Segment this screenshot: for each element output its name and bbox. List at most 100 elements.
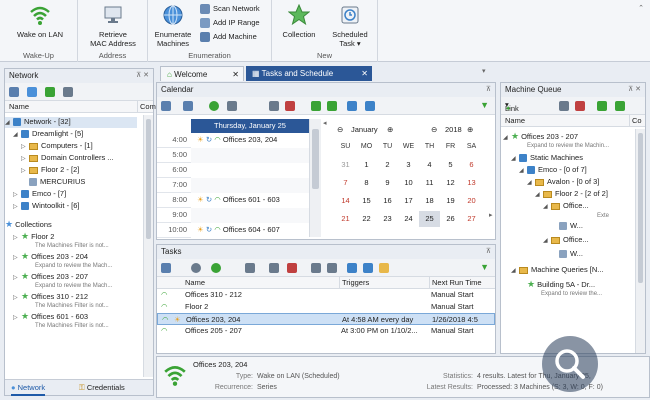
next-run-column[interactable]: Next Run Time (429, 277, 482, 289)
day-cell[interactable]: 26 (440, 211, 461, 227)
collapse-right-icon[interactable]: ▸ (489, 211, 493, 219)
calendar-event[interactable]: ☀ ↻ ◠ Offices 604 - 607 (197, 225, 280, 234)
day-cell[interactable]: 5 (440, 157, 461, 173)
day-cell[interactable]: 13 (461, 175, 482, 191)
next-year-icon[interactable]: ⊕ (467, 123, 473, 137)
day-cell[interactable]: 15 (356, 193, 377, 209)
edit-icon[interactable] (269, 101, 279, 111)
day-cell[interactable]: 16 (377, 193, 398, 209)
refresh-icon[interactable] (191, 263, 201, 273)
queue-node[interactable]: ◢ Avalon - [0 of 3] (527, 177, 599, 188)
slot-cell[interactable]: ☀ ↻ ◠ Offices 601 - 603 (191, 193, 309, 208)
slot-cell[interactable]: ☀ ↻ ◠ Offices 604 - 607 (191, 223, 309, 238)
tree-node-domain-controllers[interactable]: ▷ Domain Controllers ... (21, 153, 114, 164)
time-slot[interactable]: 4:00 ☀ ↻ ◠ Offices 203, 204 (157, 133, 309, 148)
day-cell[interactable]: 22 (356, 211, 377, 227)
day-cell[interactable]: 2 (377, 157, 398, 173)
close-icon[interactable]: ✕ (361, 66, 368, 81)
next-month-icon[interactable]: ⊕ (387, 123, 393, 137)
network-view-icon[interactable] (9, 87, 19, 97)
delete-icon[interactable] (285, 101, 295, 111)
day-cell[interactable]: 14 (335, 193, 356, 209)
run-icon[interactable] (211, 263, 221, 273)
slot-cell[interactable] (191, 148, 309, 163)
table-row[interactable]: ◠ Offices 205 - 207 At 3:00 PM on 1/10/2..… (157, 325, 495, 337)
filter-dropdown-icon[interactable]: ▼ (480, 262, 489, 272)
wifi-filter-icon[interactable] (45, 87, 55, 97)
time-slot[interactable]: 9:00 (157, 208, 309, 223)
day-cell[interactable]: 18 (419, 193, 440, 209)
slot-cell[interactable]: ☀ ↻ ◠ Offices 203, 204 (191, 133, 309, 148)
tree-node-floor2[interactable]: ▷ Floor 2 - [2] (21, 165, 79, 176)
queue-node[interactable]: ◢ Floor 2 - [2 of 2] (535, 189, 608, 200)
scrollbar-thumb[interactable] (638, 133, 643, 283)
collection-button[interactable]: Collection (276, 3, 322, 39)
properties-icon[interactable] (227, 101, 237, 111)
back-icon[interactable] (311, 101, 321, 111)
calendar-event[interactable]: ☀ ↻ ◠ Offices 203, 204 (197, 135, 277, 144)
day-header[interactable]: Thursday, January 25 (191, 119, 309, 133)
day-cell[interactable]: 27 (461, 211, 482, 227)
collections-header[interactable]: ★ Collections (5, 219, 52, 230)
day-scrollbar[interactable] (309, 119, 321, 237)
day-cell[interactable]: 19 (440, 193, 461, 209)
export-icon[interactable] (347, 263, 357, 273)
day-cell[interactable]: 23 (377, 211, 398, 227)
scheduled-task-button[interactable]: Scheduled Task ▾ (326, 4, 374, 48)
day-cell[interactable]: 31 (335, 157, 356, 173)
add-machine-button[interactable]: Add Machine (200, 30, 257, 44)
tab-network[interactable]: ● Network (11, 382, 46, 396)
tab-welcome[interactable]: ⌂ Welcome ✕ (160, 66, 244, 81)
run-icon[interactable] (209, 101, 219, 111)
day-cell[interactable]: 7 (335, 175, 356, 191)
pin-icon[interactable]: ⊼ ✕ (136, 69, 149, 83)
tree-node-mercurius[interactable]: MERCURIUS (29, 177, 85, 187)
name-column[interactable]: Name (9, 101, 29, 113)
slot-cell[interactable] (191, 208, 309, 223)
day-cell[interactable]: 4 (419, 157, 440, 173)
scan-network-button[interactable]: Scan Network (200, 2, 260, 16)
retrieve-mac-button[interactable]: Retrieve MAC Address (82, 4, 144, 48)
enumerate-machines-button[interactable]: Enumerate Machines (150, 4, 196, 48)
calendar-settings-icon[interactable] (183, 101, 193, 111)
month-view-icon[interactable] (365, 101, 375, 111)
calendar-view-icon[interactable] (161, 101, 171, 111)
close-icon[interactable]: ✕ (232, 67, 239, 82)
grid-icon[interactable] (597, 101, 607, 111)
time-slot[interactable]: 10:00 ☀ ↻ ◠ Offices 604 - 607 (157, 223, 309, 238)
day-cell[interactable]: 8 (356, 175, 377, 191)
tab-tasks-and-schedule[interactable]: ▦ Tasks and Schedule ✕ (246, 66, 372, 81)
tree-node-network[interactable]: ◢ Network - [32] (5, 117, 137, 128)
co-column[interactable]: Co (629, 115, 642, 127)
tree-node-emco[interactable]: ▷ Emco - [7] (13, 189, 66, 200)
triggers-column[interactable]: Triggers (339, 277, 369, 289)
day-cell[interactable]: 9 (377, 175, 398, 191)
delete-icon[interactable] (287, 263, 297, 273)
table-row[interactable]: ◠ Offices 310 - 212 Manual Start (157, 289, 495, 301)
year-label[interactable]: 2018 (445, 123, 462, 137)
queue-node[interactable]: ◢ Emco - [0 of 7] (519, 165, 587, 176)
table-row[interactable]: ◠ ☀ Offices 203, 204 At 4:58 AM every day 1/… (157, 313, 495, 325)
name-column[interactable]: Name (505, 115, 525, 127)
queue-node[interactable]: ◢ Office... (543, 235, 589, 246)
today-icon[interactable] (347, 101, 357, 111)
time-slot[interactable]: 6:00 (157, 163, 309, 178)
tree-node-wintoolkit[interactable]: ▷ Wintoolkit - [6] (13, 201, 80, 212)
calendar-event[interactable]: ☀ ↻ ◠ Offices 601 - 603 (197, 195, 280, 204)
tab-credentials[interactable]: ⚿ Credentials (79, 382, 125, 394)
time-slot[interactable]: 8:00 ☀ ↻ ◠ Offices 601 - 603 (157, 193, 309, 208)
scrollbar-thumb[interactable] (146, 119, 151, 239)
properties-icon[interactable] (245, 263, 255, 273)
columns-icon[interactable] (311, 263, 321, 273)
add-ip-range-button[interactable]: Add IP Range (200, 16, 260, 30)
slot-cell[interactable] (191, 178, 309, 193)
forward-icon[interactable] (327, 101, 337, 111)
day-cell[interactable]: 21 (335, 211, 356, 227)
day-cell[interactable]: 20 (461, 193, 482, 209)
month-label[interactable]: January (351, 123, 378, 137)
filter-icon[interactable] (379, 263, 389, 273)
pin-icon[interactable]: ⊼ ✕ (628, 83, 641, 97)
tree-node-dreamlight[interactable]: ◢ Dreamlight - [5] (13, 129, 83, 140)
queue-node[interactable]: W... (559, 221, 583, 231)
edit-icon[interactable] (559, 101, 569, 111)
